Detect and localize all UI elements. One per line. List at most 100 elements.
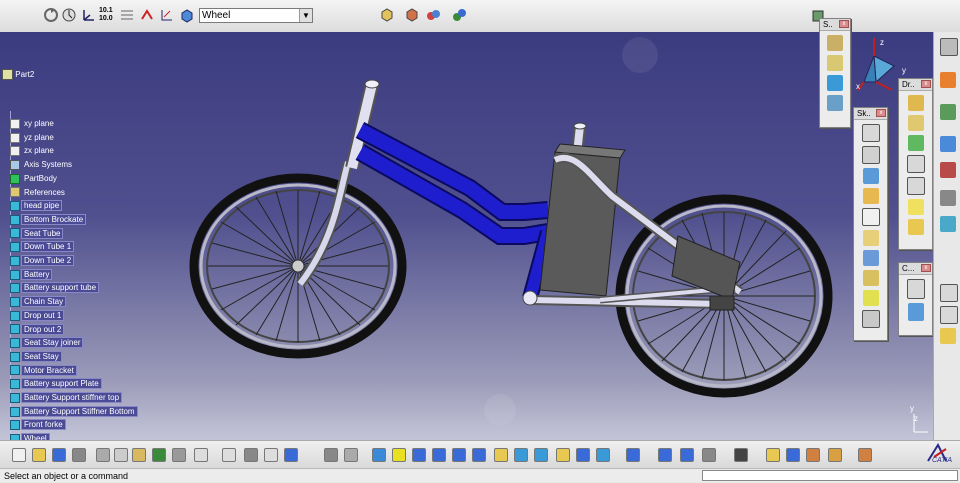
tree-item[interactable]: PartBody <box>10 173 59 185</box>
table-icon[interactable] <box>284 448 298 462</box>
tree-item[interactable]: Battery support Plate <box>10 378 102 390</box>
undo-icon[interactable] <box>152 448 166 462</box>
draft-icon[interactable] <box>907 135 924 151</box>
close-icon[interactable]: x <box>839 20 849 28</box>
tree-item[interactable]: Battery support tube <box>10 282 100 294</box>
shading-icon[interactable] <box>556 448 570 462</box>
normal-view-icon[interactable] <box>494 448 508 462</box>
catalog-browser-icon[interactable] <box>786 448 800 462</box>
tree-item[interactable]: References <box>10 187 67 199</box>
line-tool-icon[interactable] <box>940 190 956 206</box>
tree-root[interactable]: Part2 <box>2 69 34 81</box>
plane-icon[interactable] <box>940 328 956 344</box>
revolve-surface-icon[interactable] <box>827 75 843 91</box>
hide-show-icon[interactable] <box>344 448 358 462</box>
point-icon[interactable] <box>940 284 958 302</box>
redo-icon[interactable] <box>172 448 186 462</box>
tree-item[interactable]: Down Tube 2 <box>10 255 75 267</box>
axis-tool-icon[interactable] <box>940 216 956 232</box>
close-icon[interactable]: x <box>921 264 931 272</box>
measure-between-icon[interactable] <box>658 448 672 462</box>
sketcher-icon[interactable] <box>940 104 956 120</box>
thread-icon[interactable] <box>907 199 924 215</box>
formula-icon[interactable] <box>222 448 236 462</box>
fit-all-icon[interactable] <box>392 448 406 462</box>
axis-system-icon[interactable] <box>80 6 98 24</box>
copy-icon[interactable] <box>114 448 128 462</box>
measure-inertia-icon[interactable] <box>702 448 716 462</box>
fly-mode-icon[interactable] <box>372 448 386 462</box>
print-icon[interactable] <box>72 448 86 462</box>
tree-item[interactable]: Battery Support Stiffner Bottom <box>10 405 138 418</box>
iso-view-icon[interactable] <box>514 448 528 462</box>
pocket-icon[interactable] <box>861 146 880 164</box>
tree-item[interactable]: Front forke <box>10 419 66 431</box>
photo-icon[interactable] <box>858 448 872 462</box>
view-cube-icon[interactable] <box>534 448 548 462</box>
knowledge-icon[interactable] <box>244 448 258 462</box>
tree-item[interactable]: Battery Support stiffner top <box>10 392 123 404</box>
open-icon[interactable] <box>32 448 46 462</box>
close-icon[interactable]: x <box>876 109 886 117</box>
tree-item[interactable]: Drop out 1 <box>10 309 65 322</box>
lock-icon[interactable] <box>324 448 338 462</box>
shell-icon[interactable] <box>906 155 925 173</box>
tree-item[interactable]: Drop out 2 <box>10 323 65 336</box>
grid-icon[interactable] <box>118 6 136 24</box>
measure-item-icon[interactable] <box>680 448 694 462</box>
scene-icon[interactable] <box>806 448 820 462</box>
settings-icon[interactable] <box>940 38 958 56</box>
update-icon[interactable] <box>626 448 640 462</box>
multi-section-icon[interactable] <box>862 290 879 306</box>
cut-icon[interactable] <box>96 448 110 462</box>
catalog-icon[interactable] <box>450 6 468 24</box>
tree-item[interactable]: Battery <box>10 268 53 281</box>
tree-item[interactable]: Seat Tube <box>10 227 64 240</box>
constraint-defined-icon[interactable] <box>907 303 924 321</box>
select-icon[interactable] <box>940 72 956 88</box>
tree-item[interactable]: Axis Systems <box>10 159 74 171</box>
rotate-view-icon[interactable] <box>432 448 446 462</box>
save-icon[interactable] <box>52 448 66 462</box>
constraint-icon[interactable] <box>158 6 176 24</box>
command-input[interactable] <box>702 470 958 481</box>
coordinates-icon[interactable]: 10.1 10.0 <box>98 6 116 24</box>
front-wheel[interactable] <box>189 173 407 359</box>
hole-icon[interactable] <box>861 208 880 226</box>
rib-icon[interactable] <box>862 230 879 246</box>
line-icon[interactable] <box>940 306 958 324</box>
tree-item[interactable]: head pipe <box>10 200 63 212</box>
apply-material-icon[interactable] <box>424 6 442 24</box>
tree-item[interactable]: yz plane <box>10 132 56 144</box>
3d-viewport[interactable]: Part2 xy plane yz plane zx plane Axis Syste… <box>0 32 933 440</box>
search-icon[interactable] <box>264 448 278 462</box>
tree-item[interactable]: Seat Stay <box>10 350 62 363</box>
slot-icon[interactable] <box>862 250 879 266</box>
tree-item[interactable]: Chain Stay <box>10 296 67 308</box>
render-icon[interactable] <box>766 448 780 462</box>
loft-icon[interactable] <box>862 270 879 286</box>
cube-view-icon[interactable] <box>378 6 396 24</box>
pan-icon[interactable] <box>412 448 426 462</box>
bicycle-model[interactable] <box>0 32 933 440</box>
sketch-icon[interactable] <box>138 6 156 24</box>
close-icon[interactable]: x <box>921 80 931 88</box>
tree-item[interactable]: xy plane <box>10 118 56 130</box>
surface-tool-icon[interactable] <box>827 35 843 51</box>
apply-material-icon[interactable] <box>734 448 748 462</box>
pad-icon[interactable] <box>861 124 880 142</box>
groove-icon[interactable] <box>862 188 879 204</box>
light-icon[interactable] <box>828 448 842 462</box>
swap-visible-icon[interactable] <box>596 448 610 462</box>
point-tool-icon[interactable] <box>940 162 956 178</box>
analysis-icon[interactable] <box>404 6 422 24</box>
tree-item[interactable]: Bottom Brockate <box>10 213 87 226</box>
new-icon[interactable] <box>12 448 26 462</box>
measure-icon[interactable] <box>60 6 78 24</box>
tree-item[interactable]: zx plane <box>10 145 56 157</box>
tree-item[interactable]: Down Tube 1 <box>10 241 75 253</box>
body-icon[interactable] <box>178 6 196 24</box>
body-combo[interactable]: Wheel ▼ <box>199 8 313 23</box>
hide-icon[interactable] <box>576 448 590 462</box>
fillet-icon[interactable] <box>907 95 924 111</box>
